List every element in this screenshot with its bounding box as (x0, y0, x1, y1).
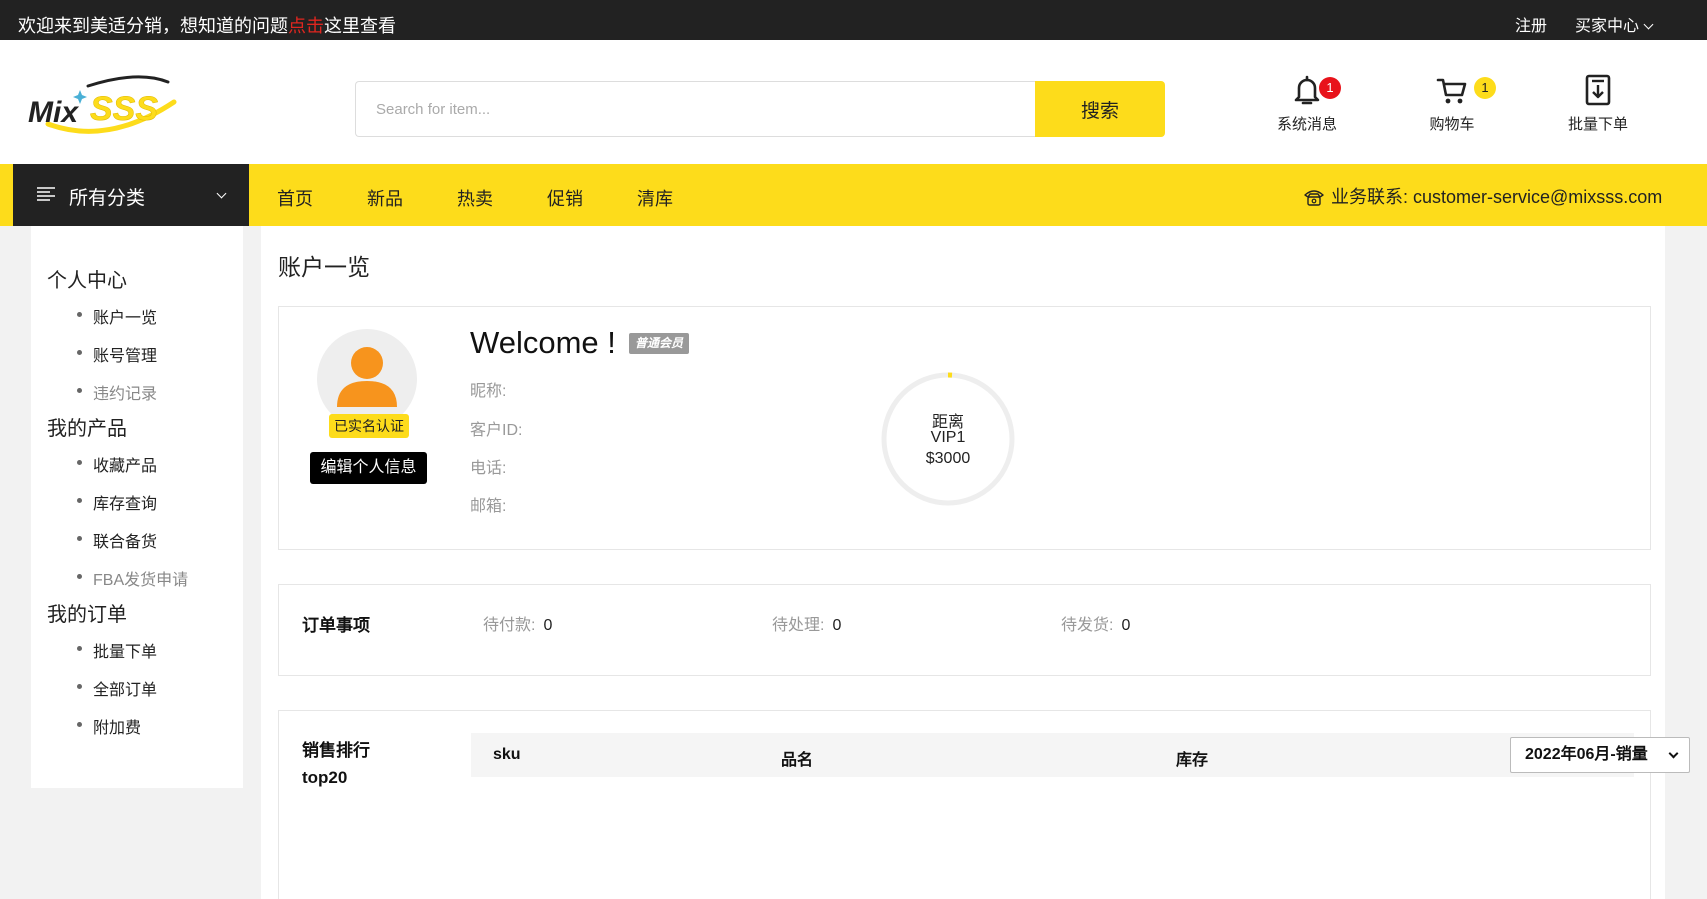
processing-count: 0 (832, 617, 842, 634)
verified-badge: 已实名认证 (329, 414, 409, 438)
pending-payment[interactable]: 待付款: 0 (483, 611, 552, 635)
main-content: 账户一览 已实名认证 编辑个人信息 Welcome ! 普通会员 昵称: 客户I… (261, 226, 1690, 899)
pending-shipment-label: 待发货: (1061, 617, 1114, 634)
vip-level-label: VIP1 (930, 429, 966, 446)
sidebar-item-violation-records[interactable]: 违约记录 (76, 380, 157, 404)
logo-text-sss: SSS (90, 90, 158, 128)
welcome-prefix: 欢迎来到美适分销，想知道的问题 (18, 16, 288, 36)
sidebar-item-surcharges[interactable]: 附加费 (76, 714, 141, 738)
main-nav: 所有分类 首页 新品 热卖 促销 清库 业务联系: customer-servi… (0, 164, 1707, 226)
order-status-title: 订单事项 (302, 616, 370, 635)
welcome-suffix: 这里查看 (324, 16, 396, 36)
search-bar: 搜索 (355, 81, 1165, 137)
processing-label: 待处理: (772, 617, 825, 634)
buyer-center-menu[interactable]: 买家中心 (1575, 12, 1654, 36)
business-contact: 业务联系: customer-service@mixsss.com (1303, 183, 1662, 209)
pending-payment-label: 待付款: (483, 617, 536, 634)
sidebar-group-my-products: 我的产品 (47, 418, 127, 440)
nav-hot[interactable]: 热卖 (457, 185, 493, 211)
column-header-sku: sku (493, 746, 521, 763)
sidebar-item-bulk-order[interactable]: 批量下单 (76, 638, 157, 662)
bulk-order-icon (1585, 74, 1611, 106)
account-sidebar: 个人中心 账户一览 账号管理 违约记录 我的产品 收藏产品 库存查询 联合备货 … (31, 226, 243, 788)
cart-icon (1436, 78, 1467, 104)
top-bar: 欢迎来到美适分销，想知道的问题点击这里查看 注册 买家中心 (0, 0, 1707, 40)
bulk-order-label: 批量下单 (1567, 116, 1628, 133)
member-level-badge: 普通会员 (629, 333, 690, 354)
edit-profile-button[interactable]: 编辑个人信息 (310, 452, 427, 484)
phone-label: 电话: (470, 460, 507, 477)
sales-ranking-title-line1: 销售排行 (302, 741, 370, 760)
cart-count-badge: 1 (1474, 77, 1496, 99)
nav-clearance[interactable]: 清库 (637, 185, 673, 211)
menu-icon (37, 187, 55, 201)
register-link[interactable]: 注册 (1515, 12, 1547, 36)
sidebar-group-my-orders: 我的订单 (47, 604, 127, 626)
sidebar-item-favorites[interactable]: 收藏产品 (76, 452, 157, 476)
welcome-heading: Welcome ! (470, 325, 616, 360)
sidebar-item-account-management[interactable]: 账号管理 (76, 342, 157, 366)
logo-text-mix: Mix (28, 96, 79, 129)
cart-button[interactable]: 购物车 1 (1402, 73, 1502, 153)
messages-count-badge: 1 (1319, 77, 1341, 99)
bulk-order-button[interactable]: 批量下单 (1548, 73, 1648, 153)
all-categories-dropdown[interactable]: 所有分类 (13, 164, 249, 226)
customer-id-label: 客户ID: (470, 422, 523, 439)
sales-ranking-card: 销售排行 top20 sku 品名 库存 2022年06月-销量 (278, 710, 1690, 899)
business-contact-text: 业务联系: customer-service@mixsss.com (1331, 187, 1663, 207)
processing[interactable]: 待处理: 0 (772, 611, 841, 635)
pending-shipment-count: 0 (1121, 617, 1131, 634)
search-input[interactable] (355, 81, 1035, 137)
welcome-message: 欢迎来到美适分销，想知道的问题点击这里查看 (18, 12, 396, 38)
chevron-down-icon (1643, 19, 1654, 30)
buyer-center-label: 买家中心 (1575, 18, 1640, 35)
system-messages-label: 系统消息 (1276, 116, 1337, 133)
month-select-value: 2022年06月-销量 (1525, 746, 1648, 763)
vip-amount-label: $3000 (925, 450, 971, 467)
phone-icon (1304, 190, 1324, 206)
sidebar-item-account-overview[interactable]: 账户一览 (76, 304, 157, 328)
search-button[interactable]: 搜索 (1035, 81, 1165, 137)
profile-card: 已实名认证 编辑个人信息 Welcome ! 普通会员 昵称: 客户ID: 电话… (278, 306, 1651, 550)
sidebar-item-inventory[interactable]: 库存查询 (76, 490, 157, 514)
pending-shipment[interactable]: 待发货: 0 (1061, 611, 1130, 635)
email-label: 邮箱: (470, 498, 507, 515)
sidebar-item-joint-stocking[interactable]: 联合备货 (76, 528, 157, 552)
cart-label: 购物车 (1429, 116, 1475, 133)
page-title: 账户一览 (278, 254, 370, 280)
help-link[interactable]: 点击 (288, 16, 324, 36)
order-status-card: 订单事项 待付款: 0 待处理: 0 待发货: 0 (278, 584, 1651, 676)
chevron-down-icon (216, 188, 227, 199)
nav-new[interactable]: 新品 (367, 185, 403, 211)
sidebar-item-fba-shipping[interactable]: FBA发货申请 (76, 566, 188, 590)
column-header-stock: 库存 (1176, 752, 1209, 769)
chevron-down-icon (1668, 748, 1679, 759)
mixsss-logo[interactable]: Mix SSS (28, 68, 188, 140)
pending-payment-count: 0 (543, 617, 553, 634)
all-categories-label: 所有分类 (69, 188, 146, 209)
system-messages-button[interactable]: 系统消息 1 (1257, 73, 1357, 153)
sales-ranking-title: 销售排行 top20 (302, 737, 370, 791)
nav-home[interactable]: 首页 (277, 185, 313, 211)
sidebar-item-all-orders[interactable]: 全部订单 (76, 676, 157, 700)
sidebar-group-personal-center: 个人中心 (47, 270, 127, 292)
nickname-label: 昵称: (470, 383, 507, 400)
header: Mix SSS 搜索 系统消息 1 购物车 1 批量下单 (0, 40, 1707, 164)
sales-ranking-title-line2: top20 (302, 768, 348, 787)
month-select[interactable]: 2022年06月-销量 (1510, 737, 1690, 773)
sales-ranking-table-header: sku 品名 库存 2022年06月-销量 (471, 733, 1690, 777)
nav-promotion[interactable]: 促销 (547, 185, 583, 211)
column-header-name: 品名 (781, 752, 814, 769)
